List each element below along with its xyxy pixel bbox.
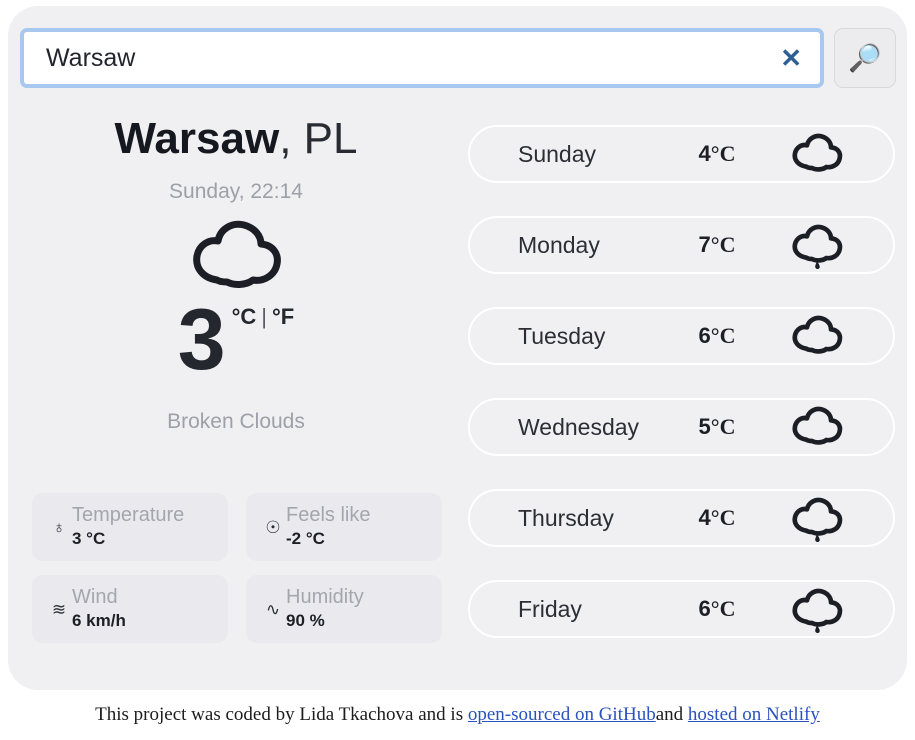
celsius-link[interactable]: °C — [232, 304, 257, 329]
detail-label: Feels like — [286, 504, 371, 527]
forecast-temperature: 4°C — [656, 141, 778, 167]
forecast-list: Sunday 4°C Monday 7°C Tuesday 6°C Wednesday 5°C… — [468, 125, 895, 671]
forecast-day-label: Monday — [518, 231, 600, 258]
broken-clouds-icon — [193, 221, 281, 289]
forecast-temp-value: 6 — [698, 323, 711, 348]
forecast-temperature: 4°C — [656, 505, 778, 531]
footer-text-middle: and — [655, 704, 688, 725]
forecast-icon-wrap — [778, 128, 893, 180]
detail-value: -2 °C — [286, 529, 325, 549]
detail-label: Humidity — [286, 586, 364, 609]
wind-icon: ≋ — [51, 599, 67, 619]
cloud-icon — [792, 315, 843, 354]
forecast-row[interactable]: Monday 7°C — [468, 216, 895, 274]
forecast-temp-unit: °C — [710, 596, 736, 621]
page-title: Warsaw, PL — [20, 106, 452, 162]
forecast-temp-unit: °C — [710, 141, 736, 166]
cloud-icon — [792, 406, 843, 445]
detail-card-humidity: ∿ Humidity 90 % — [246, 575, 442, 643]
cloud-icon — [792, 133, 843, 172]
footer: This project was coded by Lida Tkachova … — [0, 704, 915, 726]
github-link[interactable]: open-sourced on GitHub — [468, 704, 656, 725]
weather-description: Broken Clouds — [167, 409, 305, 433]
current-temperature: 3 — [177, 292, 226, 389]
forecast-temp-unit: °C — [710, 505, 736, 530]
cloud-rain-icon — [792, 497, 843, 543]
detail-label: Temperature — [72, 504, 185, 527]
current-datetime: Sunday, 22:14 — [169, 180, 303, 204]
humidity-icon: ∿ — [265, 599, 281, 619]
forecast-temp-value: 5 — [698, 414, 711, 439]
forecast-row[interactable]: Sunday 4°C — [468, 125, 895, 183]
cloud-rain-icon — [792, 588, 843, 634]
detail-card-temperature: ♁ Temperature 3 °C — [32, 493, 228, 561]
search-input[interactable] — [24, 32, 820, 84]
forecast-temp-unit: °C — [710, 414, 736, 439]
forecast-temp-value: 4 — [698, 141, 711, 166]
forecast-day-label: Wednesday — [518, 413, 640, 440]
unit-separator: | — [261, 304, 267, 330]
netlify-link[interactable]: hosted on Netlify — [688, 704, 820, 725]
forecast-icon-wrap — [778, 219, 893, 271]
detail-label: Wind — [72, 586, 118, 609]
forecast-row[interactable]: Wednesday 5°C — [468, 398, 895, 456]
forecast-temp-unit: °C — [710, 232, 736, 257]
detail-value: 6 km/h — [72, 611, 126, 631]
forecast-row[interactable]: Friday 6°C — [468, 580, 895, 638]
current-weather-icon-row — [20, 218, 452, 290]
forecast-icon-wrap — [778, 401, 893, 453]
forecast-temp-value: 7 — [698, 232, 711, 257]
forecast-temperature: 5°C — [656, 414, 778, 440]
forecast-day-label: Tuesday — [518, 322, 606, 349]
fahrenheit-link[interactable]: °F — [272, 304, 294, 329]
weather-details-grid: ♁ Temperature 3 °C ☉ Feels like -2 °C ≋ … — [32, 493, 442, 643]
search-form: ✕ 🔎 — [20, 28, 896, 88]
footer-text-before: This project was coded by Lida Tkachova … — [95, 704, 468, 725]
cloud-rain-icon — [792, 224, 843, 270]
forecast-temp-value: 6 — [698, 596, 711, 621]
forecast-temp-unit: °C — [710, 323, 736, 348]
country-code: , PL — [279, 114, 358, 163]
forecast-icon-wrap — [778, 492, 893, 544]
forecast-temperature: 6°C — [656, 596, 778, 622]
feels-like-icon: ☉ — [265, 517, 281, 537]
forecast-row[interactable]: Tuesday 6°C — [468, 307, 895, 365]
forecast-day-label: Friday — [518, 595, 582, 622]
city-name: Warsaw — [114, 114, 280, 163]
forecast-temp-value: 4 — [698, 505, 711, 530]
forecast-day-label: Thursday — [518, 504, 614, 531]
forecast-temperature: 6°C — [656, 323, 778, 349]
detail-value: 90 % — [286, 611, 325, 631]
forecast-icon-wrap — [778, 583, 893, 635]
detail-value: 3 °C — [72, 529, 106, 549]
current-weather-panel: Warsaw, PL Sunday, 22:14 3 °C | °F Broken … — [20, 106, 452, 434]
weather-app-card: ✕ 🔎 Warsaw, PL Sunday, 22:14 3 °C|°F Bro… — [8, 6, 907, 690]
search-input-container: ✕ — [20, 28, 824, 88]
search-icon: 🔎 — [848, 42, 882, 73]
clear-icon[interactable]: ✕ — [780, 45, 802, 71]
forecast-temperature: 7°C — [656, 232, 778, 258]
detail-card-wind: ≋ Wind 6 km/h — [32, 575, 228, 643]
temperature-row: 3 °C | °F — [20, 292, 452, 389]
forecast-row[interactable]: Thursday 4°C — [468, 489, 895, 547]
forecast-icon-wrap — [778, 310, 893, 362]
search-button[interactable]: 🔎 — [834, 28, 896, 88]
unit-switcher: °C | °F — [232, 304, 295, 330]
detail-card-feels-like: ☉ Feels like -2 °C — [246, 493, 442, 561]
thermometer-icon: ♁ — [52, 517, 66, 537]
forecast-day-label: Sunday — [518, 140, 597, 167]
